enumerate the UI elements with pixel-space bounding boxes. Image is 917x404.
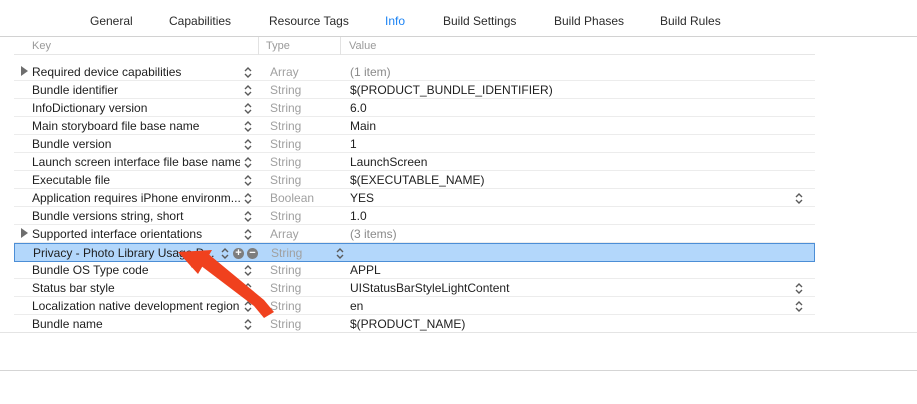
type-stepper-icon[interactable] <box>335 247 345 260</box>
row-type[interactable]: String <box>270 155 301 169</box>
row-key[interactable]: Status bar style <box>32 281 240 295</box>
tab-resource-tags[interactable]: Resource Tags <box>269 14 349 28</box>
row-value[interactable]: (1 item) <box>350 65 391 79</box>
table-row[interactable]: Launch screen interface file base name St… <box>14 153 815 171</box>
key-stepper-icon[interactable] <box>243 102 253 115</box>
key-stepper-icon[interactable] <box>243 138 253 151</box>
tab-build-rules[interactable]: Build Rules <box>660 14 721 28</box>
row-type[interactable]: String <box>270 299 301 313</box>
divider <box>0 370 917 371</box>
table-row[interactable]: InfoDictionary version String 6.0 <box>14 99 815 117</box>
table-row[interactable]: Bundle name String $(PRODUCT_NAME) <box>14 315 815 333</box>
table-row[interactable]: Bundle version String 1 <box>14 135 815 153</box>
row-type[interactable]: String <box>270 119 301 133</box>
row-key[interactable]: Supported interface orientations <box>32 227 240 241</box>
key-stepper-icon[interactable] <box>243 192 253 205</box>
key-stepper-icon[interactable] <box>243 282 253 295</box>
row-type[interactable]: String <box>271 246 302 260</box>
row-key[interactable]: Bundle name <box>32 317 240 331</box>
table-row[interactable]: Bundle OS Type code String APPL <box>14 261 815 279</box>
column-header-key[interactable]: Key <box>32 40 51 52</box>
row-key[interactable]: InfoDictionary version <box>32 101 240 115</box>
row-key[interactable]: Bundle versions string, short <box>32 209 240 223</box>
key-stepper-icon[interactable] <box>243 120 253 133</box>
row-type[interactable]: String <box>270 263 301 277</box>
row-value[interactable]: (3 items) <box>350 227 397 241</box>
column-header-row: Key Type Value <box>14 37 815 55</box>
tab-build-settings[interactable]: Build Settings <box>443 14 516 28</box>
table-row[interactable]: Localization native development region St… <box>14 297 815 315</box>
disclosure-triangle-icon[interactable] <box>21 228 28 238</box>
table-row[interactable]: Required device capabilities Array (1 item… <box>14 63 815 81</box>
table-row[interactable]: Main storyboard file base name String Main <box>14 117 815 135</box>
row-key[interactable]: Launch screen interface file base name <box>32 155 240 169</box>
table-row[interactable]: Executable file String $(EXECUTABLE_NAME) <box>14 171 815 189</box>
key-stepper-icon[interactable] <box>243 156 253 169</box>
row-value[interactable]: UIStatusBarStyleLightContent <box>350 281 509 295</box>
row-type[interactable]: String <box>270 101 301 115</box>
row-type[interactable]: Array <box>270 227 299 241</box>
row-type[interactable]: String <box>270 317 301 331</box>
row-type[interactable]: Boolean <box>270 191 314 205</box>
tab-info[interactable]: Info <box>385 14 405 28</box>
row-value[interactable]: 6.0 <box>350 101 367 115</box>
minus-circle-icon[interactable]: − <box>247 248 258 259</box>
column-divider[interactable] <box>340 37 341 55</box>
row-value[interactable]: Main <box>350 119 376 133</box>
row-key[interactable]: Required device capabilities <box>32 65 240 79</box>
row-value[interactable]: $(PRODUCT_BUNDLE_IDENTIFIER) <box>350 83 553 97</box>
row-type[interactable]: String <box>270 281 301 295</box>
row-type[interactable]: String <box>270 209 301 223</box>
table-row[interactable]: Application requires iPhone environm... B… <box>14 189 815 207</box>
plus-circle-icon[interactable]: + <box>233 248 244 259</box>
tab-general[interactable]: General <box>90 14 133 28</box>
row-type[interactable]: String <box>270 83 301 97</box>
row-key[interactable]: Bundle OS Type code <box>32 263 240 277</box>
value-stepper-icon[interactable] <box>794 300 804 313</box>
row-value[interactable]: $(PRODUCT_NAME) <box>350 317 465 331</box>
row-key[interactable]: Localization native development region <box>32 299 240 313</box>
tab-build-phases[interactable]: Build Phases <box>554 14 624 28</box>
value-stepper-icon[interactable] <box>794 192 804 205</box>
row-value[interactable]: APPL <box>350 263 381 277</box>
table-row[interactable]: Bundle identifier String $(PRODUCT_BUNDLE_… <box>14 81 815 99</box>
key-stepper-icon[interactable] <box>243 174 253 187</box>
row-key[interactable]: Bundle version <box>32 137 240 151</box>
value-stepper-icon[interactable] <box>794 282 804 295</box>
key-stepper-icon[interactable] <box>243 66 253 79</box>
row-key[interactable]: Executable file <box>32 173 240 187</box>
column-header-value[interactable]: Value <box>349 40 376 52</box>
column-header-type[interactable]: Type <box>266 40 290 52</box>
row-type[interactable]: String <box>270 137 301 151</box>
row-key[interactable]: Main storyboard file base name <box>32 119 240 133</box>
table-row[interactable]: Status bar style String UIStatusBarStyleLi… <box>14 279 815 297</box>
row-value[interactable]: LaunchScreen <box>350 155 427 169</box>
tab-bar: General Capabilities Resource Tags Info … <box>0 0 917 37</box>
row-key[interactable]: Application requires iPhone environm... <box>32 191 240 205</box>
row-type[interactable]: Array <box>270 65 299 79</box>
disclosure-triangle-icon[interactable] <box>21 66 28 76</box>
row-key[interactable]: Bundle identifier <box>32 83 240 97</box>
key-stepper-icon[interactable] <box>243 228 253 241</box>
key-stepper-icon[interactable] <box>243 264 253 277</box>
row-value[interactable]: 1 <box>350 137 357 151</box>
row-key[interactable]: Privacy - Photo Library Usage D... <box>33 246 223 260</box>
row-type[interactable]: String <box>270 173 301 187</box>
table-row[interactable]: Supported interface orientations Array (3 … <box>14 225 815 243</box>
key-stepper-icon[interactable] <box>243 210 253 223</box>
row-value[interactable]: $(EXECUTABLE_NAME) <box>350 173 484 187</box>
table-row-selected[interactable]: Privacy - Photo Library Usage D... + − Stri… <box>14 243 815 262</box>
tab-capabilities[interactable]: Capabilities <box>169 14 231 28</box>
row-value[interactable]: YES <box>350 191 374 205</box>
key-stepper-icon[interactable] <box>243 84 253 97</box>
column-divider[interactable] <box>258 37 259 55</box>
key-stepper-icon[interactable] <box>243 300 253 313</box>
table-row[interactable]: Bundle versions string, short String 1.0 <box>14 207 815 225</box>
divider <box>0 332 917 333</box>
row-value[interactable]: 1.0 <box>350 209 367 223</box>
key-stepper-icon[interactable] <box>243 318 253 331</box>
row-value[interactable]: en <box>350 299 363 313</box>
key-stepper-icon[interactable] <box>220 247 230 260</box>
